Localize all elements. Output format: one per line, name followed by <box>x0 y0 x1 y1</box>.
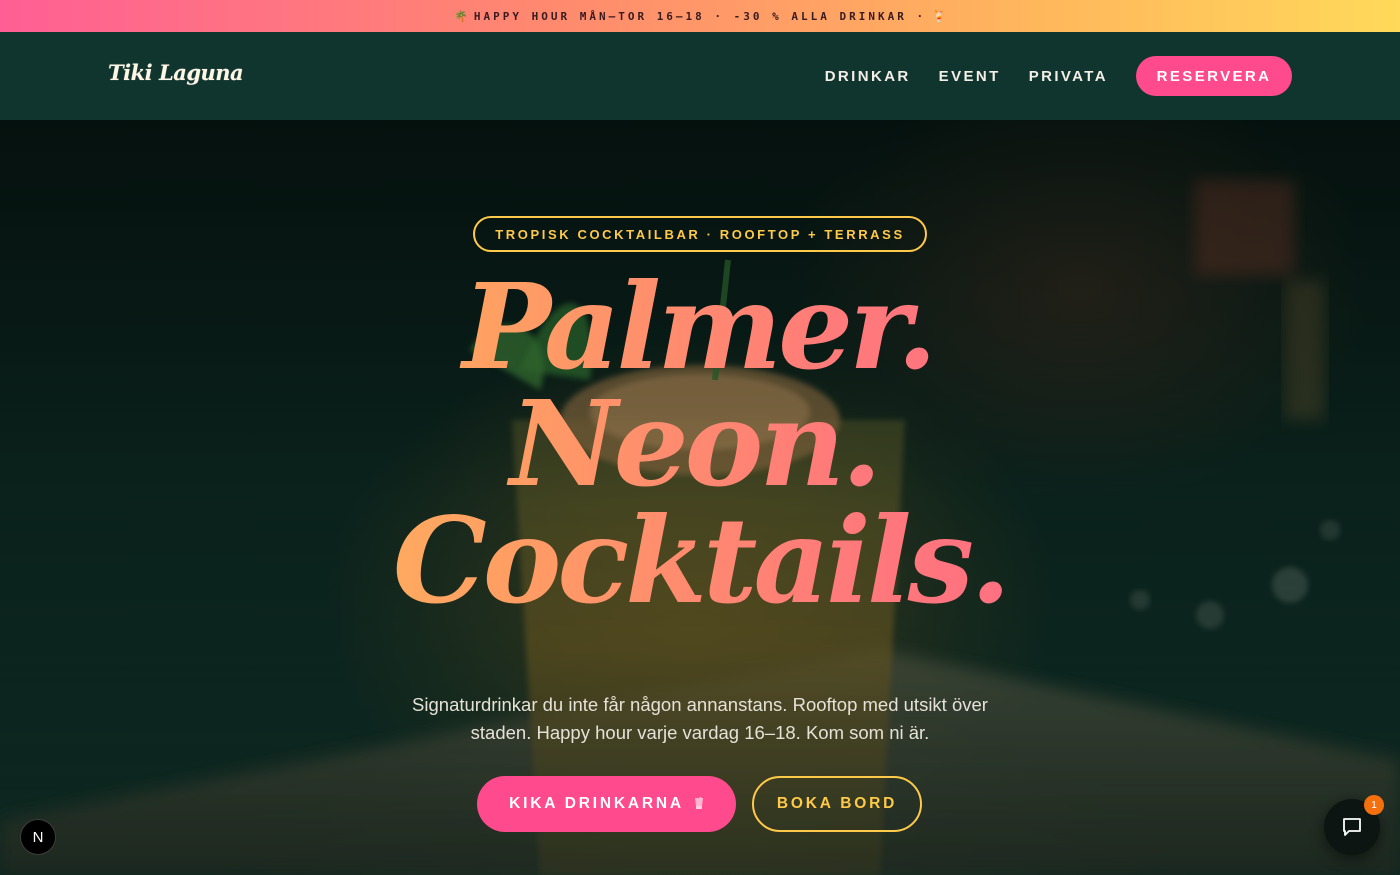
site-header: Tiki Laguna DRINKAR EVENT PRIVATA RESERV… <box>0 32 1400 120</box>
announcement-bar: 🌴 HAPPY HOUR MÅN–TOR 16–18 · -30 % ALLA … <box>0 0 1400 32</box>
headline-line-1: Palmer. <box>0 268 1398 386</box>
headline-line-3: Cocktails. <box>0 502 1400 620</box>
main-nav: DRINKAR EVENT PRIVATA RESERVERA <box>825 56 1292 96</box>
hero-headline: Palmer. Neon. Cocktails. <box>0 268 1400 620</box>
book-table-button[interactable]: BOKA BORD <box>752 776 922 832</box>
chat-bubble-icon <box>1343 818 1361 836</box>
logo[interactable]: Tiki Laguna <box>108 60 244 85</box>
hero-badge: TROPISK COCKTAILBAR · ROOFTOP + TERRASS <box>473 216 927 252</box>
nav-link-event[interactable]: EVENT <box>939 68 1001 85</box>
nav-link-privata[interactable]: PRIVATA <box>1029 68 1108 85</box>
cocktail-icon <box>694 794 704 811</box>
announcement-text: HAPPY HOUR MÅN–TOR 16–18 · -30 % ALLA DR… <box>473 9 927 23</box>
nav-link-drinkar[interactable]: DRINKAR <box>825 68 911 85</box>
hero-description: Signaturdrinkar du inte får någon annans… <box>412 693 988 743</box>
cocktail-icon: 🍹 <box>932 9 946 23</box>
view-drinks-button[interactable]: KIKA DRINKARNA <box>477 776 736 832</box>
chat-notification-badge: 1 <box>1364 795 1384 815</box>
view-drinks-label: KIKA DRINKARNA <box>509 795 684 812</box>
hero-section: TROPISK COCKTAILBAR · ROOFTOP + TERRASS … <box>0 120 1400 875</box>
reserve-button[interactable]: RESERVERA <box>1136 56 1292 96</box>
dev-tools-badge[interactable]: N <box>20 819 56 855</box>
palm-tree-icon: 🌴 <box>454 9 468 23</box>
headline-line-2: Neon. <box>0 385 1394 503</box>
